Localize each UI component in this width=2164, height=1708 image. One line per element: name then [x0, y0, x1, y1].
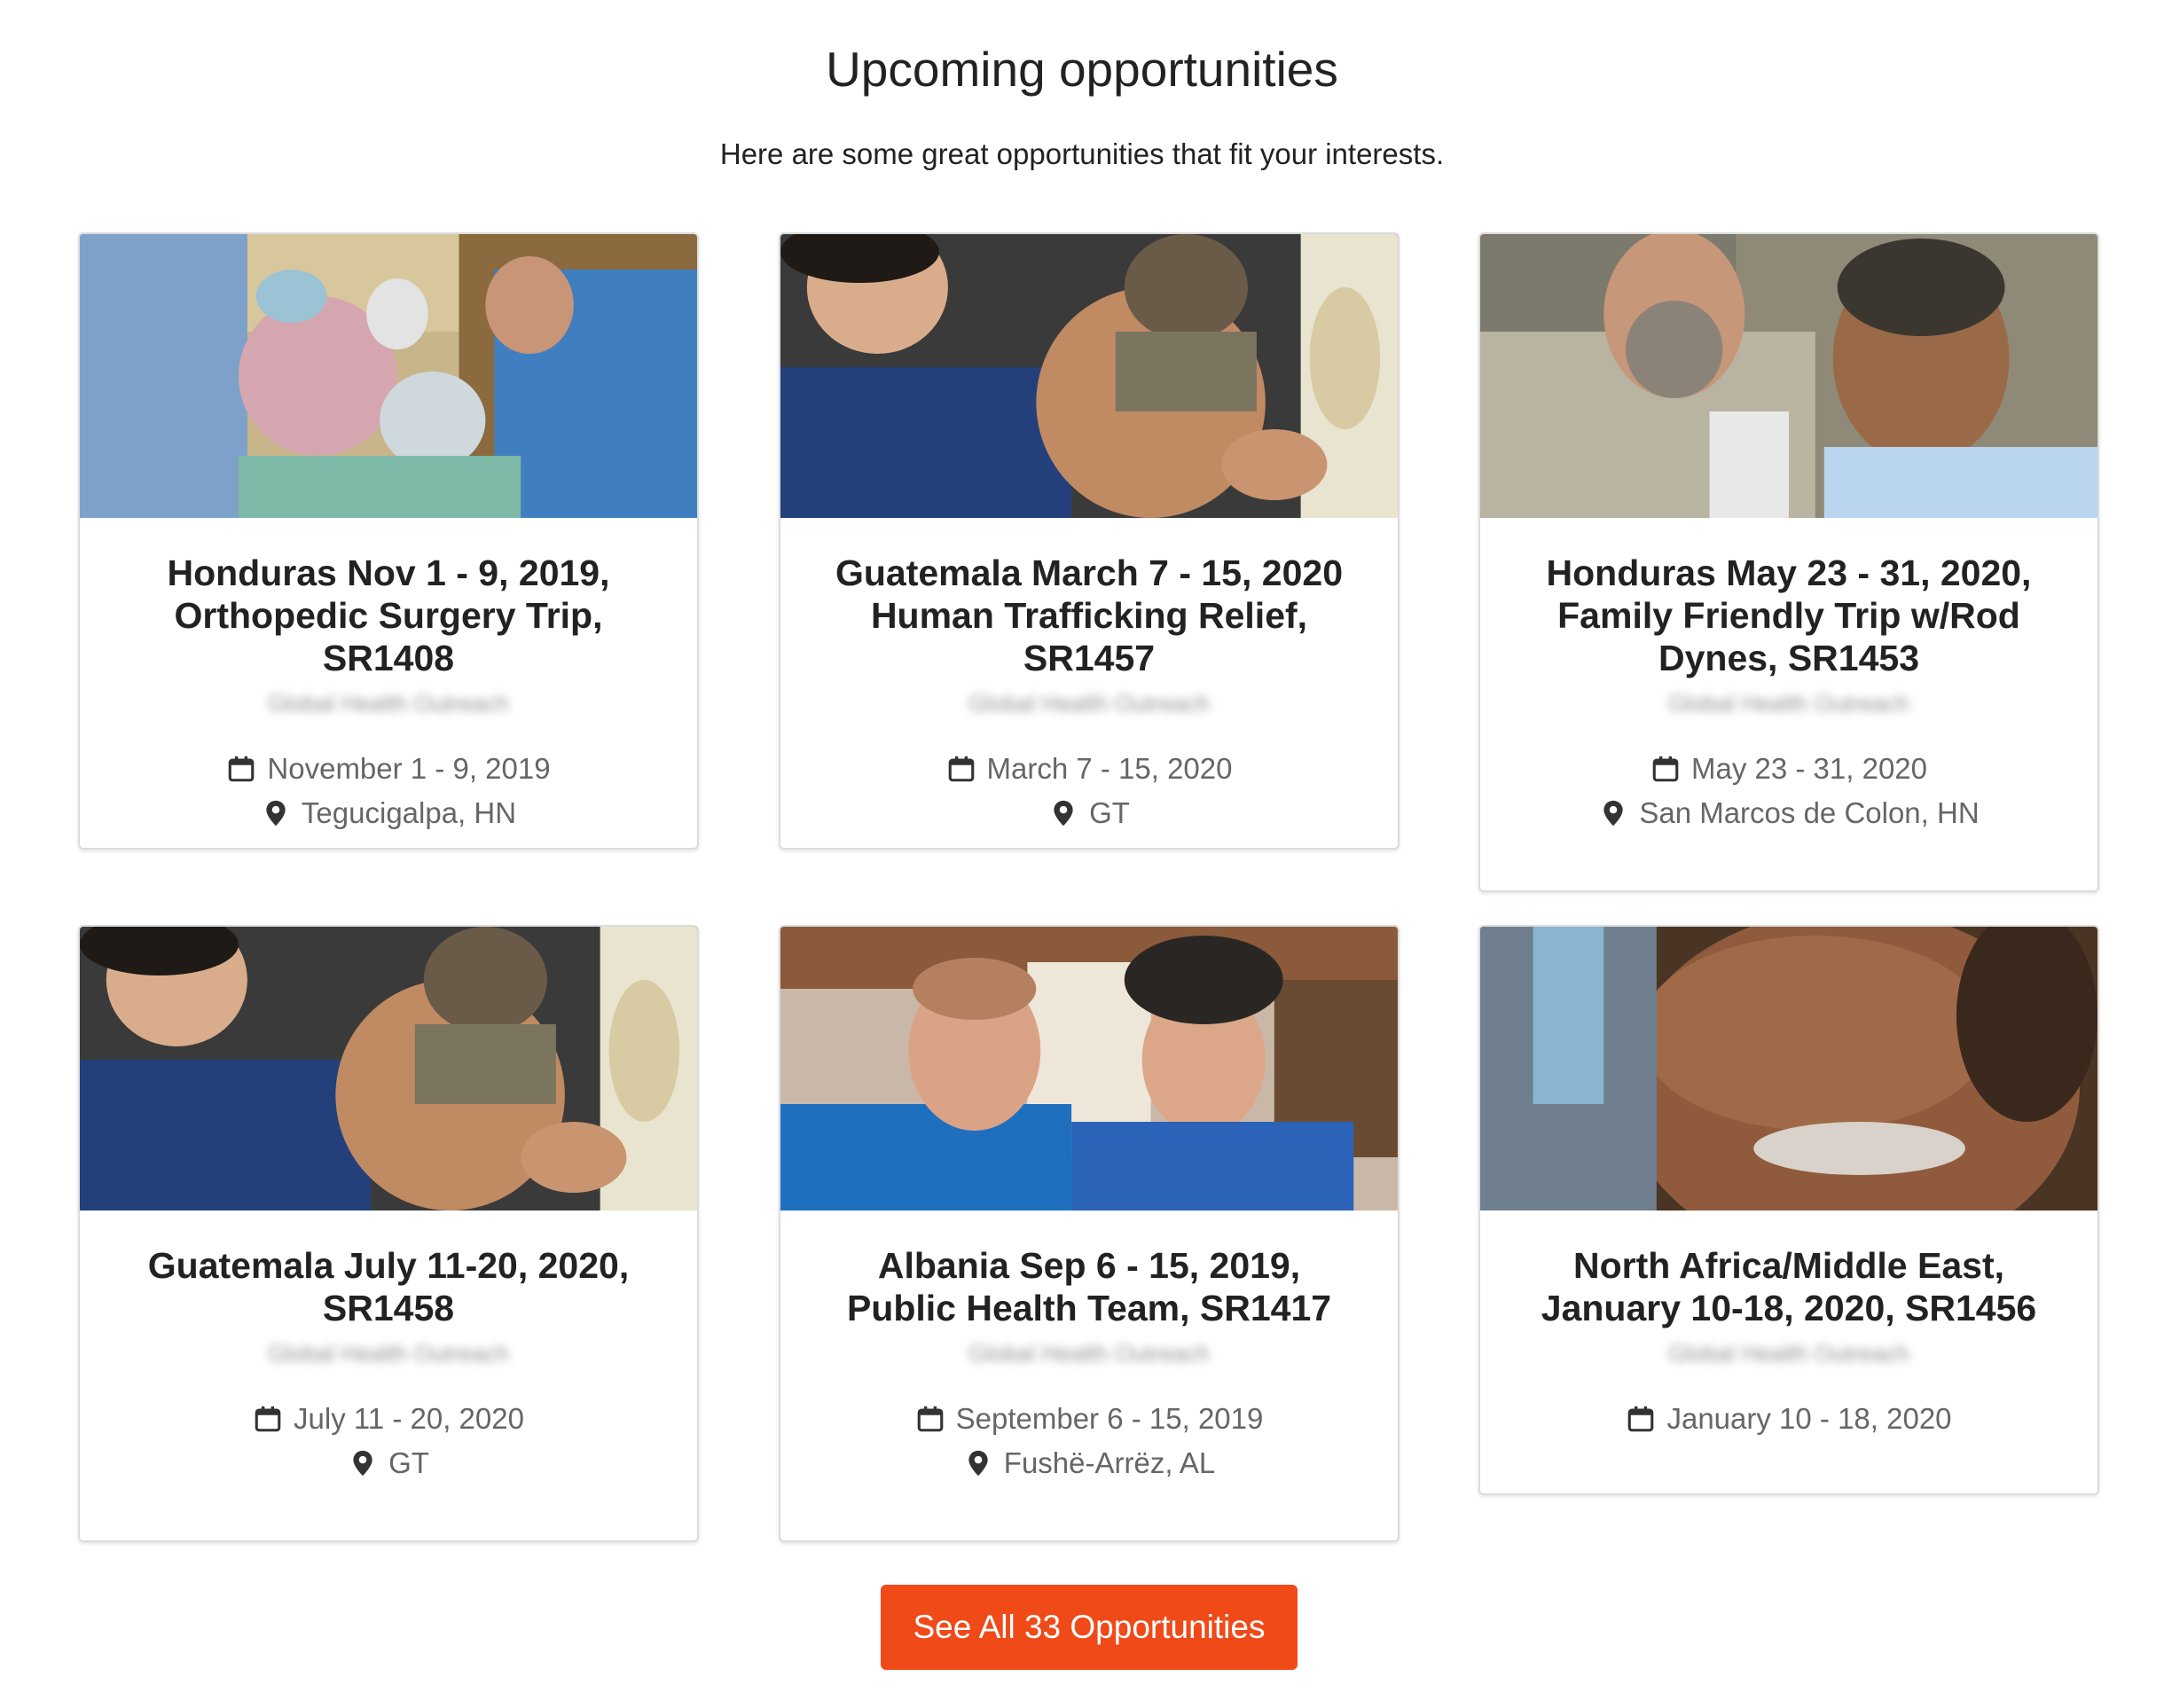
card-organization: Global Health Outreach	[968, 690, 1210, 717]
card-photo-stethoscope-child[interactable]	[780, 234, 1398, 518]
card-date-text: September 6 - 15, 2019	[955, 1402, 1264, 1435]
calendar-icon	[1626, 1404, 1656, 1434]
map-pin-icon	[1598, 798, 1628, 828]
map-pin-icon	[1048, 798, 1078, 828]
card-date: July 11 - 20, 2020	[101, 1397, 676, 1441]
card-title[interactable]: Guatemala July 11-20, 2020, SR1458	[101, 1244, 676, 1329]
opportunity-card[interactable]: Honduras May 23 - 31, 2020, Family Frien…	[1478, 232, 2099, 892]
page-title: Upcoming opportunities	[826, 42, 1338, 97]
card-title[interactable]: Albania Sep 6 - 15, 2019, Public Health …	[802, 1244, 1376, 1329]
card-photo-stethoscope-child[interactable]	[80, 927, 697, 1210]
see-all-opportunities-button[interactable]: See All 33 Opportunities	[881, 1585, 1298, 1670]
card-date: March 7 - 15, 2020	[802, 747, 1376, 791]
opportunity-card[interactable]: North Africa/Middle East, January 10-18,…	[1478, 925, 2099, 1495]
card-photo-doctor-woman-headscarf[interactable]	[780, 927, 1398, 1210]
card-location: Tegucigalpa, HN	[101, 791, 676, 835]
card-date-text: January 10 - 18, 2020	[1666, 1402, 1952, 1435]
card-organization: Global Health Outreach	[268, 690, 509, 717]
card-photo-doctor-elderly-woman[interactable]	[1480, 234, 2097, 518]
page-subtitle: Here are some great opportunities that f…	[719, 137, 1445, 170]
card-date-text: July 11 - 20, 2020	[294, 1402, 524, 1435]
card-date: November 1 - 9, 2019	[101, 747, 676, 791]
card-title[interactable]: North Africa/Middle East, January 10-18,…	[1501, 1244, 2076, 1329]
calendar-icon	[253, 1404, 283, 1434]
card-date: September 6 - 15, 2019	[802, 1397, 1376, 1441]
card-location-text: GT	[388, 1446, 429, 1479]
map-pin-icon	[348, 1448, 378, 1478]
map-pin-icon	[963, 1448, 993, 1478]
card-location: San Marcos de Colon, HN	[1501, 791, 2076, 835]
card-organization: Global Health Outreach	[268, 1340, 509, 1367]
card-title[interactable]: Guatemala March 7 - 15, 2020 Human Traff…	[802, 552, 1376, 679]
card-photo-elderly-man[interactable]	[1480, 927, 2097, 1210]
calendar-icon	[226, 754, 256, 784]
card-location-text: San Marcos de Colon, HN	[1639, 796, 1980, 829]
card-organization: Global Health Outreach	[1668, 690, 1909, 717]
card-location-text: Tegucigalpa, HN	[301, 796, 517, 829]
card-location: Fushë-Arrëz, AL	[802, 1441, 1376, 1485]
card-organization: Global Health Outreach	[1668, 1340, 1909, 1367]
card-title[interactable]: Honduras May 23 - 31, 2020, Family Frien…	[1501, 552, 2076, 679]
calendar-icon	[946, 754, 976, 784]
calendar-icon	[915, 1404, 945, 1434]
card-organization: Global Health Outreach	[968, 1340, 1210, 1367]
card-date-text: March 7 - 15, 2020	[986, 752, 1233, 785]
map-pin-icon	[261, 798, 291, 828]
opportunity-card[interactable]: Guatemala March 7 - 15, 2020 Human Traff…	[779, 232, 1400, 850]
card-date-text: November 1 - 9, 2019	[267, 752, 551, 785]
card-location-text: Fushë-Arrëz, AL	[1003, 1446, 1216, 1479]
card-date-text: May 23 - 31, 2020	[1691, 752, 1927, 785]
calendar-icon	[1650, 754, 1681, 784]
card-date: January 10 - 18, 2020	[1501, 1397, 2076, 1441]
card-location: GT	[802, 791, 1376, 835]
card-title[interactable]: Honduras Nov 1 - 9, 2019, Orthopedic Sur…	[101, 552, 676, 679]
opportunity-card[interactable]: Albania Sep 6 - 15, 2019, Public Health …	[779, 925, 1400, 1542]
opportunity-card[interactable]: Honduras Nov 1 - 9, 2019, Orthopedic Sur…	[78, 232, 699, 850]
card-date: May 23 - 31, 2020	[1501, 747, 2076, 791]
opportunity-card[interactable]: Guatemala July 11-20, 2020, SR1458 Globa…	[78, 925, 699, 1542]
card-location-text: GT	[1089, 796, 1130, 829]
card-photo-surgery-team[interactable]	[80, 234, 697, 518]
card-location: GT	[101, 1441, 676, 1485]
